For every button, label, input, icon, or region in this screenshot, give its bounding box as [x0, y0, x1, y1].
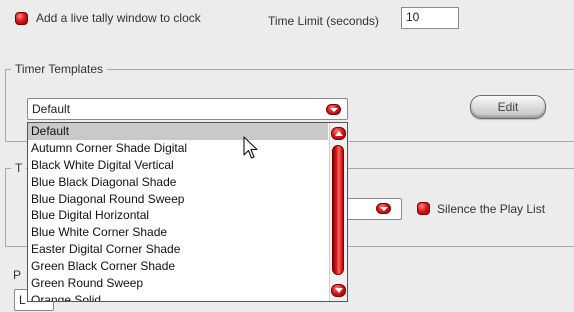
timer-template-dropdown-list[interactable]: Default Autumn Corner Shade Digital Blac…	[27, 122, 348, 302]
scroll-up-icon[interactable]	[331, 127, 346, 140]
time-limit-input[interactable]: 10	[401, 7, 459, 29]
silence-play-list-label: Silence the Play List	[437, 202, 546, 216]
second-group-left-border	[5, 168, 6, 246]
second-group-dropdown-arrow-icon[interactable]	[376, 203, 391, 214]
edit-template-button[interactable]: Edit	[470, 95, 546, 119]
dropdown-item[interactable]: Easter Digital Corner Shade	[28, 241, 328, 258]
mouse-cursor-icon	[243, 136, 258, 159]
dropdown-item[interactable]: Blue Black Diagonal Shade	[28, 174, 328, 191]
live-tally-label: Add a live tally window to clock	[36, 11, 201, 25]
dropdown-items: Default Autumn Corner Shade Digital Blac…	[28, 123, 328, 301]
scroll-down-icon[interactable]	[331, 284, 346, 297]
timer-template-dropdown-arrow-icon[interactable]	[326, 104, 341, 115]
timer-template-select-value: Default	[32, 102, 71, 116]
dropdown-scrollbar[interactable]	[329, 123, 347, 301]
dropdown-item[interactable]: Black White Digital Vertical	[28, 157, 328, 174]
live-tally-checkbox[interactable]	[15, 12, 28, 25]
dropdown-item[interactable]: Blue White Corner Shade	[28, 224, 328, 241]
dropdown-item[interactable]: Default	[28, 123, 328, 140]
dropdown-item[interactable]: Autumn Corner Shade Digital	[28, 140, 328, 157]
dropdown-item[interactable]: Blue Diagonal Round Sweep	[28, 191, 328, 208]
silence-play-list-checkbox[interactable]	[417, 202, 430, 215]
timer-templates-group-label: Timer Templates	[11, 62, 108, 76]
edit-template-button-label: Edit	[497, 100, 519, 114]
scrollbar-thumb[interactable]	[332, 145, 344, 275]
dropdown-item[interactable]: Green Round Sweep	[28, 275, 328, 292]
time-limit-label: Time Limit (seconds)	[268, 14, 379, 28]
partial-label: P	[13, 268, 22, 282]
partial-select-value: L	[19, 293, 26, 307]
dropdown-item[interactable]: Blue Digital Horizontal	[28, 207, 328, 224]
timer-templates-group-left-border	[5, 69, 6, 141]
dropdown-item[interactable]: Green Black Corner Shade	[28, 258, 328, 275]
second-group-label: T	[11, 161, 27, 175]
dropdown-item[interactable]: Orange Solid	[28, 292, 328, 301]
timer-template-select[interactable]: Default	[27, 98, 348, 120]
